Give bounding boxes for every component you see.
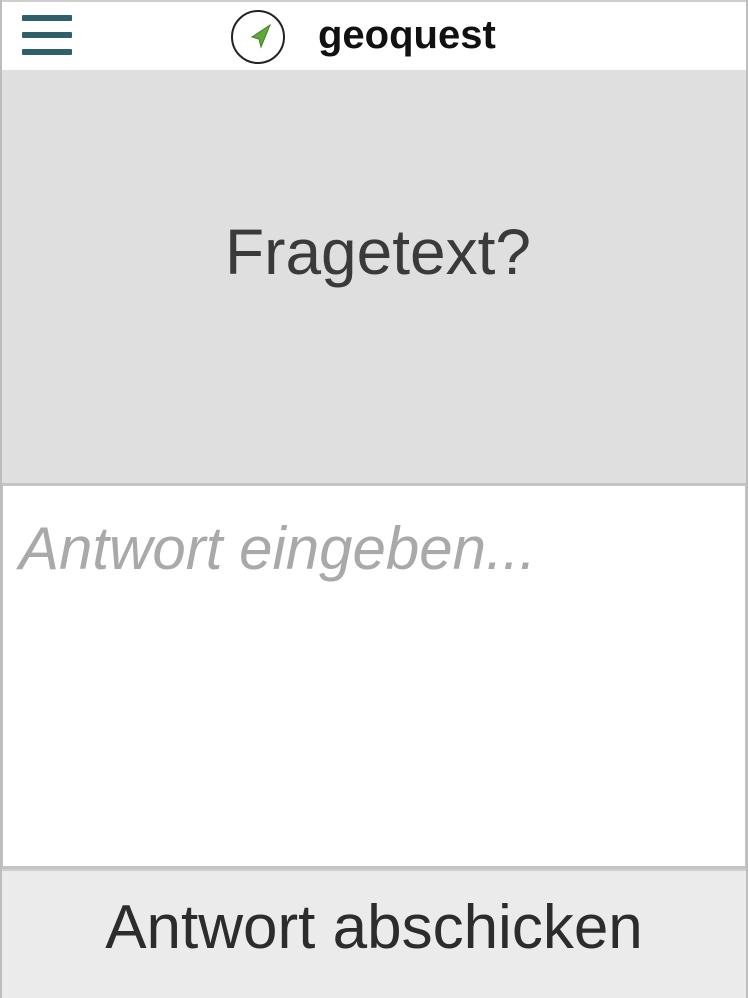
hamburger-menu-icon [22,49,72,55]
menu-button[interactable] [18,10,74,60]
answer-input[interactable] [2,483,746,869]
question-text: Fragetext? [225,215,531,288]
question-panel: Fragetext? [2,70,746,483]
app-screen: geoquest Fragetext? Antwort abschicken [0,0,748,998]
brand: geoquest [230,8,496,66]
submit-answer-button[interactable]: Antwort abschicken [2,869,746,998]
hamburger-menu-icon [22,32,72,38]
hamburger-menu-icon [22,15,72,21]
compass-arrow-icon [231,10,285,64]
app-title: geoquest [318,12,496,57]
app-header: geoquest [2,0,746,70]
